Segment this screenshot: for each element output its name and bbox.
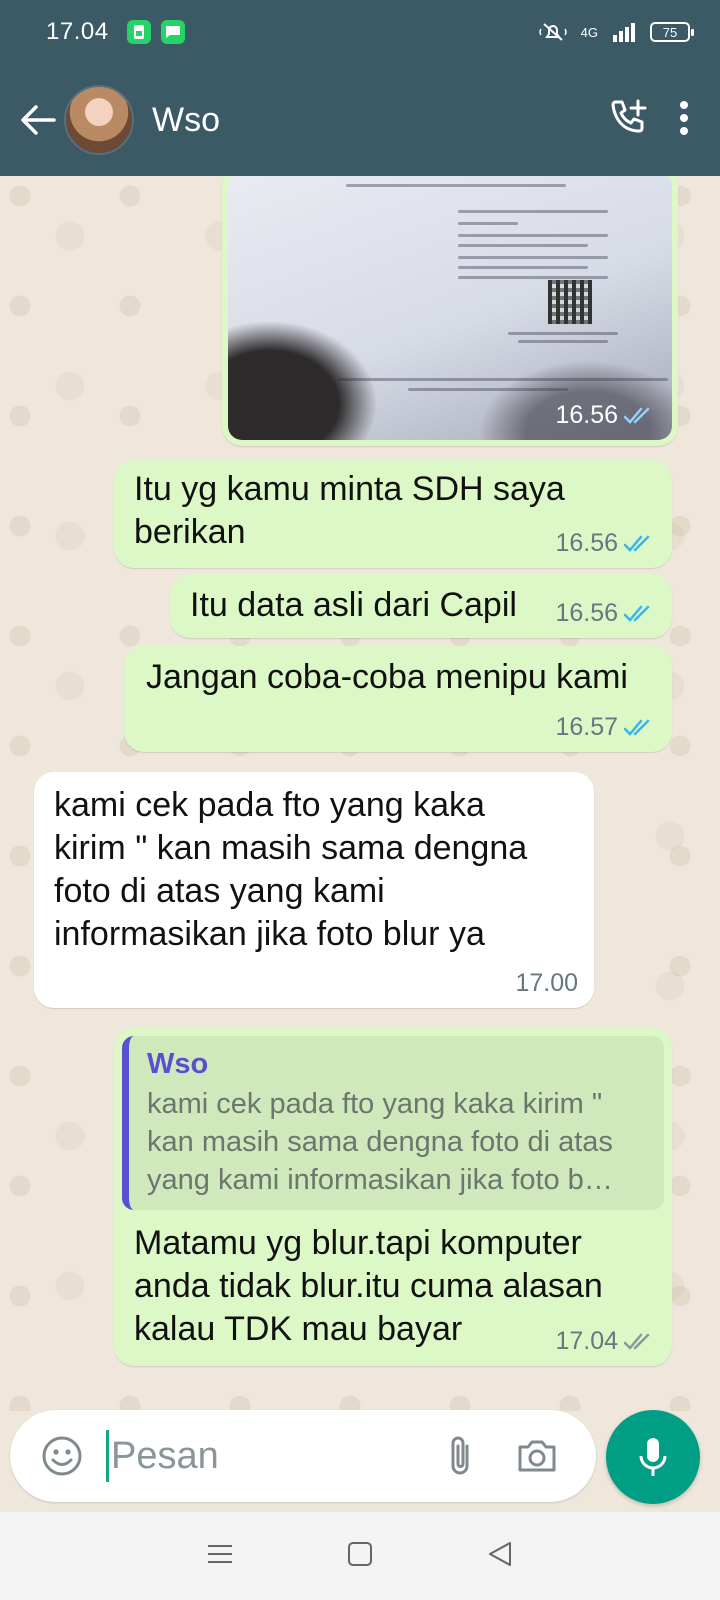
add-call-button[interactable]	[608, 98, 648, 143]
battery-level: 75	[662, 24, 678, 40]
message-time: 16.56	[555, 401, 618, 429]
more-vert-icon	[680, 100, 688, 135]
add-call-icon	[611, 99, 647, 132]
triangle-back-icon	[489, 1541, 511, 1566]
silent-mode-icon	[538, 23, 567, 41]
read-ticks-icon	[624, 535, 650, 552]
message-meta: 16.56	[555, 599, 656, 628]
message-meta: 16.56	[555, 529, 656, 558]
notification-icons	[126, 20, 185, 44]
avatar[interactable]	[64, 85, 134, 155]
camera-icon	[518, 1440, 556, 1472]
message-time: 17.00	[515, 969, 578, 997]
message-composer	[10, 1410, 596, 1502]
status-time: 17.04	[46, 18, 109, 45]
message-text: Jangan coba-coba menipu kami	[146, 658, 628, 696]
paperclip-icon	[451, 1436, 469, 1475]
messages-app-icon	[160, 20, 185, 44]
qr-code-image	[548, 280, 592, 324]
read-ticks-icon	[624, 407, 650, 424]
signal-icon	[613, 23, 635, 42]
recents-button[interactable]	[207, 1543, 233, 1570]
message-text: Itu yg kamu minta SDH saya berikan	[134, 470, 565, 551]
network-label: 4G	[580, 24, 598, 40]
image-message[interactable]: 16.56	[222, 176, 678, 446]
message-meta: 16.56	[555, 401, 656, 430]
quote-author: Wso	[147, 1048, 209, 1080]
quoted-message[interactable]: Wso kami cek pada fto yang kaka kirim " …	[122, 1036, 664, 1210]
chat-area[interactable]: 16.56 Itu yg kamu minta SDH saya berikan…	[0, 176, 720, 1411]
status-bar: 17.04 4G 75	[0, 0, 720, 64]
home-button[interactable]	[347, 1541, 373, 1572]
message-meta: 17.00	[515, 969, 578, 998]
message-time: 16.56	[555, 599, 618, 627]
text-cursor	[106, 1430, 109, 1482]
message-text: Itu data asli dari Capil	[190, 586, 517, 624]
quote-text: kami cek pada fto yang kaka kirim " kan …	[147, 1088, 613, 1196]
message-text: kami cek pada fto yang kaka kirim " kan …	[54, 786, 528, 953]
emoji-button[interactable]	[32, 1426, 92, 1486]
chat-header: Wso	[0, 64, 720, 176]
sim-app-icon	[126, 20, 151, 44]
message-meta: 17.04	[555, 1327, 656, 1356]
message-bubble[interactable]: Jangan coba-coba menipu kami 16.57	[124, 646, 672, 752]
read-ticks-icon	[624, 719, 650, 736]
message-meta: 16.57	[555, 713, 656, 742]
message-bubble-incoming[interactable]: kami cek pada fto yang kaka kirim " kan …	[34, 772, 594, 1008]
more-options-button[interactable]	[678, 100, 690, 141]
delivered-ticks-icon	[624, 1333, 650, 1350]
reply-message-bubble[interactable]: Wso kami cek pada fto yang kaka kirim " …	[114, 1028, 672, 1366]
message-bubble[interactable]: Itu yg kamu minta SDH saya berikan 16.56	[114, 460, 672, 568]
message-bubble[interactable]: Itu data asli dari Capil 16.56	[170, 574, 672, 638]
message-input[interactable]	[111, 1434, 431, 1478]
emoji-icon	[42, 1436, 82, 1476]
back-arrow-icon	[21, 105, 56, 135]
system-nav-bar	[0, 1512, 720, 1600]
system-back-button[interactable]	[487, 1540, 513, 1573]
battery-indicator: 75	[650, 22, 694, 42]
camera-button[interactable]	[507, 1426, 567, 1486]
back-button[interactable]	[8, 90, 68, 150]
message-time: 16.56	[555, 529, 618, 557]
contact-name[interactable]: Wso	[152, 101, 220, 140]
message-time: 16.57	[555, 713, 618, 741]
status-right: 4G 75	[538, 21, 694, 43]
read-ticks-icon	[624, 605, 650, 622]
home-square-icon	[348, 1541, 372, 1566]
menu-icon	[208, 1544, 232, 1563]
voice-record-button[interactable]	[606, 1410, 700, 1504]
microphone-icon	[639, 1438, 667, 1476]
message-time: 17.04	[555, 1327, 618, 1355]
attach-button[interactable]	[435, 1426, 485, 1486]
